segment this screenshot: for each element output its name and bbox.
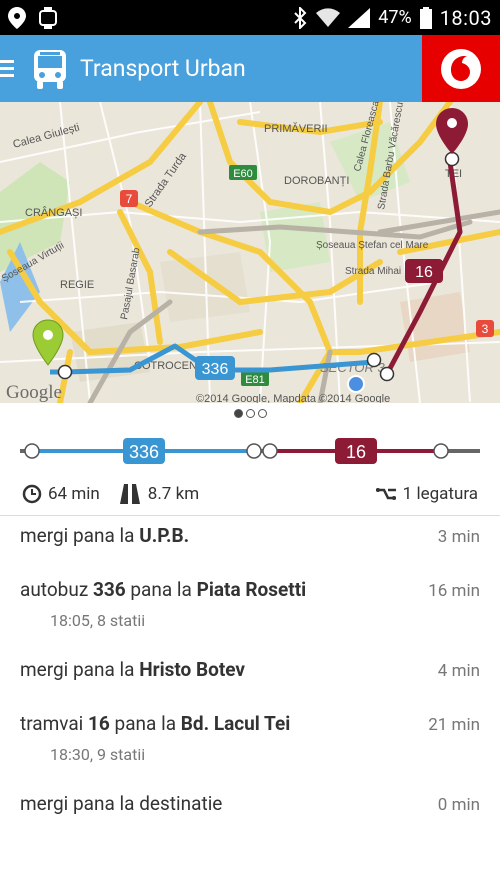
transfer-icon [375, 488, 396, 500]
duration-value: 64 min [48, 484, 100, 504]
wifi-icon [316, 7, 341, 27]
road-icon [119, 484, 140, 504]
step-duration: 16 min [428, 581, 480, 601]
step-text: mergi pana la destinatie [20, 792, 223, 815]
map-view[interactable]: 7 3 E60 E81 Calea Giulești CRÂNGAȘI REGI… [0, 102, 500, 403]
pager-dot-3[interactable] [257, 409, 267, 418]
vodafone-icon [441, 48, 481, 89]
duration-stat: 64 min [22, 484, 100, 504]
route-summary-bar: 336 16 [20, 436, 480, 466]
step-duration: 3 min [437, 527, 480, 547]
step-duration: 21 min [428, 715, 480, 735]
route-bar-tram-label: 16 [346, 442, 366, 462]
map-label-crangasi: CRÂNGAȘI [25, 206, 82, 219]
step-text: mergi pana la U.P.B. [20, 524, 190, 547]
pager-dot-1[interactable] [233, 409, 243, 418]
distance-value: 8.7 km [147, 484, 200, 504]
battery-percent: 47% [378, 7, 412, 28]
vodafone-logo[interactable] [422, 35, 500, 102]
transfers-stat: 1 legatura [375, 484, 478, 504]
road-7-label: 7 [126, 192, 133, 206]
location-pin-icon [8, 6, 26, 29]
divider [0, 515, 500, 516]
step-text: tramvai 16 pana la Bd. Lacul Tei [20, 712, 291, 735]
map-stop-rosetti[interactable] [366, 352, 382, 368]
distance-stat: 8.7 km [118, 484, 199, 504]
map-label-primaverii: PRIMĂVERII [264, 122, 328, 135]
watch-icon [39, 6, 57, 29]
clock-icon [22, 484, 42, 504]
step-details: 18:30, 9 statii [50, 745, 146, 764]
map-label-regie: REGIE [60, 279, 94, 291]
list-item[interactable]: autobuz 336 pana la Piata Rosetti 16 min… [0, 578, 500, 630]
bus-icon [34, 49, 66, 89]
step-details: 18:05, 8 statii [50, 611, 146, 630]
map-label-mihai: Strada Mihai [345, 266, 401, 277]
app-bar: Transport Urban [0, 35, 500, 102]
map-label-stefan: Șoseaua Ștefan cel Mare [316, 240, 429, 251]
route-bar-bus-label: 336 [129, 442, 159, 462]
menu-icon[interactable] [0, 60, 18, 77]
list-item[interactable]: mergi pana la U.P.B. 3 min [0, 524, 500, 547]
step-duration: 0 min [437, 795, 480, 815]
map-stop-hristo-botev[interactable] [379, 366, 395, 382]
step-text: mergi pana la Hristo Botev [20, 658, 246, 681]
map-stop-lacul-tei[interactable] [444, 151, 460, 167]
transfers-value: 1 legatura [402, 484, 478, 504]
route-pager[interactable] [0, 409, 500, 423]
map-tram-badge: 16 [415, 264, 433, 281]
bluetooth-icon [294, 6, 307, 29]
step-text: autobuz 336 pana la Piata Rosetti [20, 578, 307, 601]
route-stats: 64 min 8.7 km 1 legatura [0, 480, 500, 508]
map-stop-start[interactable] [57, 364, 73, 380]
list-item[interactable]: mergi pana la destinatie 0 min [0, 792, 500, 815]
clock-time: 18:03 [439, 5, 492, 30]
road-3-label: 3 [482, 322, 489, 336]
signal-icon [348, 7, 371, 28]
e81-label: E81 [245, 374, 265, 386]
app-title: Transport Urban [80, 55, 246, 82]
current-location-dot [347, 375, 365, 393]
map-label-dorobanti: DOROBANȚI [284, 175, 349, 187]
battery-icon [419, 6, 432, 29]
step-duration: 4 min [437, 661, 480, 681]
e60-label: E60 [233, 168, 253, 180]
map-copyright: ©2014 Google, Mapdata ©2014 Google [196, 393, 390, 403]
pager-dot-2[interactable] [245, 409, 255, 418]
list-item[interactable]: tramvai 16 pana la Bd. Lacul Tei 21 min … [0, 712, 500, 764]
status-bar: 47% 18:03 [0, 0, 500, 35]
list-item[interactable]: mergi pana la Hristo Botev 4 min [0, 658, 500, 681]
google-logo: Google [6, 382, 62, 403]
map-bus-badge: 336 [202, 361, 229, 378]
